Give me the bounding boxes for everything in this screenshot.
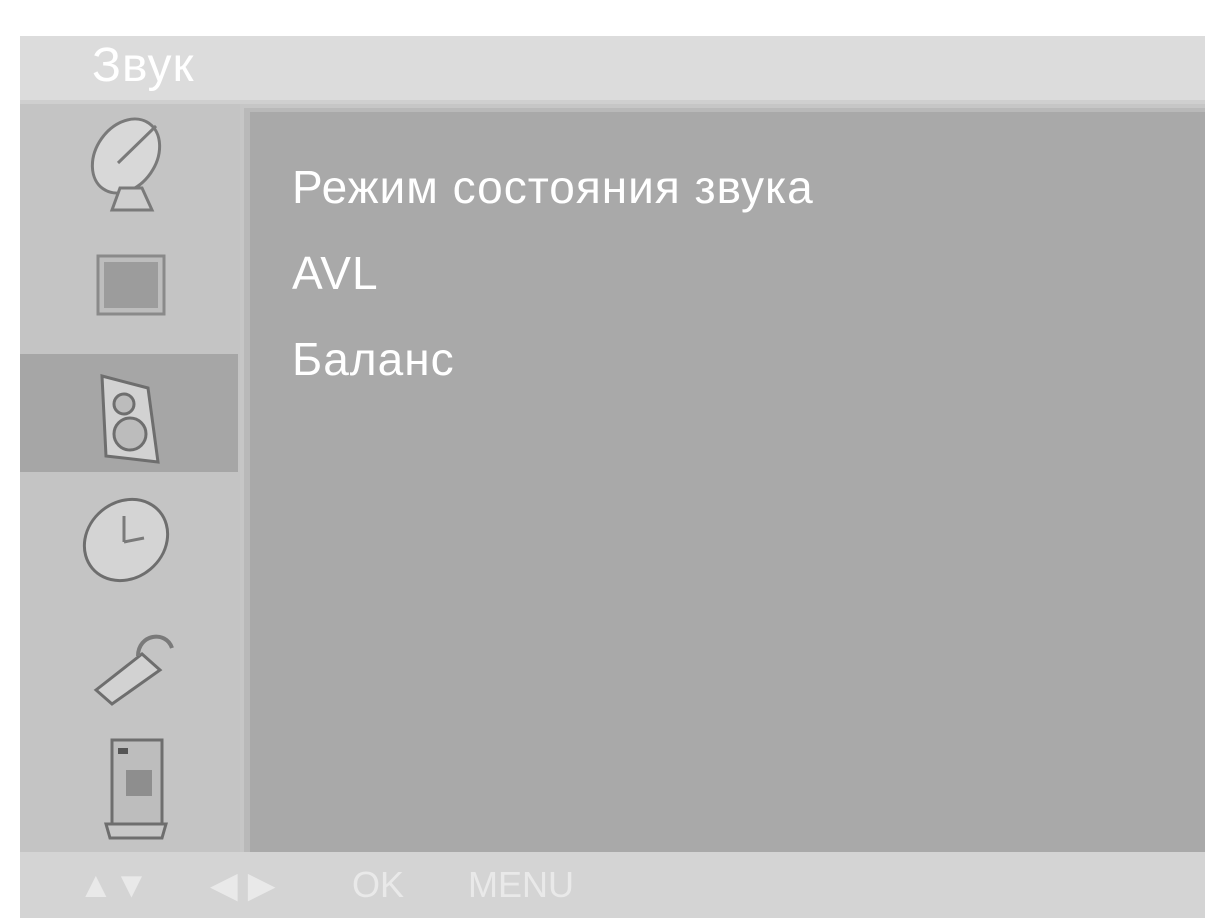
ok-hint: OK [352,864,405,905]
setup-tools-icon [104,738,168,840]
up-down-arrows-icon: ▲▼ [78,864,150,905]
left-right-arrows-icon: ◀ ▶ [210,864,276,905]
sidebar-item-sound[interactable] [20,354,238,472]
sidebar-item-setup[interactable] [20,722,238,840]
clock-icon [82,497,170,583]
menu-item-avl[interactable]: AVL [292,246,379,300]
menu-title: Звук [92,39,195,92]
picture-screen-icon [96,254,166,316]
satellite-dish-icon [90,117,162,212]
menu-hint: MENU [468,864,574,905]
menu-item-sound-mode[interactable]: Режим состояния звука [292,160,814,214]
title-bar: Звук [20,36,1205,104]
menu-panel: Режим состояния звука AVL Баланс [244,108,1205,852]
padlock-icon [93,634,174,706]
navigation-hint-bar: ▲▼ ◀ ▶ OK MENU [20,852,1205,918]
category-sidebar [20,104,240,852]
osd-menu: Звук Режим состояния звука AVL Баланс ▲▼… [20,36,1205,918]
sidebar-item-time[interactable] [20,478,238,596]
menu-item-balance[interactable]: Баланс [292,332,455,386]
sidebar-item-channel[interactable] [20,104,238,222]
sidebar-item-lock[interactable] [20,600,238,718]
sidebar-item-picture[interactable] [20,226,238,344]
speaker-icon [100,374,160,464]
